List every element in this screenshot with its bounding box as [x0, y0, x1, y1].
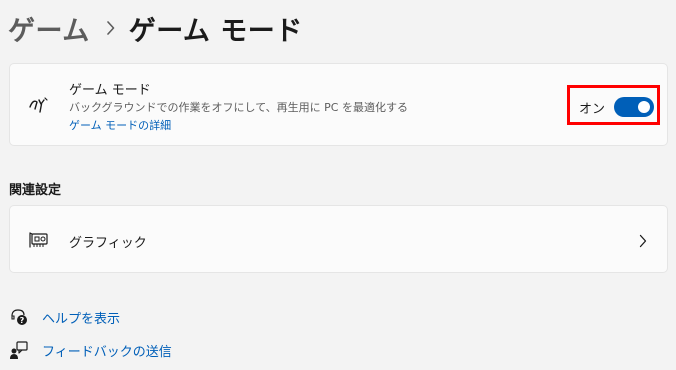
page-title: ゲーム モード [128, 15, 303, 47]
get-help-link[interactable]: ヘルプを表示 [42, 308, 120, 327]
svg-text:?: ? [20, 316, 25, 325]
related-item-graphics[interactable]: グラフィック [9, 205, 668, 273]
graphics-label: グラフィック [69, 236, 147, 251]
game-mode-description: バックグラウンドでの作業をオフにして、再生用に PC を最適化する [69, 101, 408, 114]
game-mode-icon [28, 95, 50, 115]
game-mode-card: ゲーム モード バックグラウンドでの作業をオフにして、再生用に PC を最適化す… [9, 63, 668, 146]
game-mode-details-link[interactable]: ゲーム モードの詳細 [69, 117, 171, 133]
chevron-right-icon [106, 21, 115, 35]
help-icon: ? [9, 307, 29, 327]
toggle-knob [638, 101, 650, 113]
game-mode-title: ゲーム モード [69, 83, 151, 98]
chevron-right-icon [639, 233, 647, 248]
toggle-state-label: オン [579, 102, 606, 117]
feedback-icon [9, 340, 29, 360]
feedback-link-row: フィードバックの送信 [9, 339, 172, 361]
send-feedback-link[interactable]: フィードバックの送信 [42, 341, 172, 360]
game-mode-toggle-highlight: オン [567, 85, 660, 125]
breadcrumb: ゲーム ゲーム モード [8, 8, 303, 48]
graphics-card-icon [29, 231, 49, 249]
breadcrumb-parent[interactable]: ゲーム [8, 9, 90, 48]
help-link-row: ? ヘルプを表示 [9, 306, 120, 328]
game-mode-toggle[interactable] [614, 97, 654, 117]
related-settings-heading: 関連設定 [9, 183, 62, 198]
